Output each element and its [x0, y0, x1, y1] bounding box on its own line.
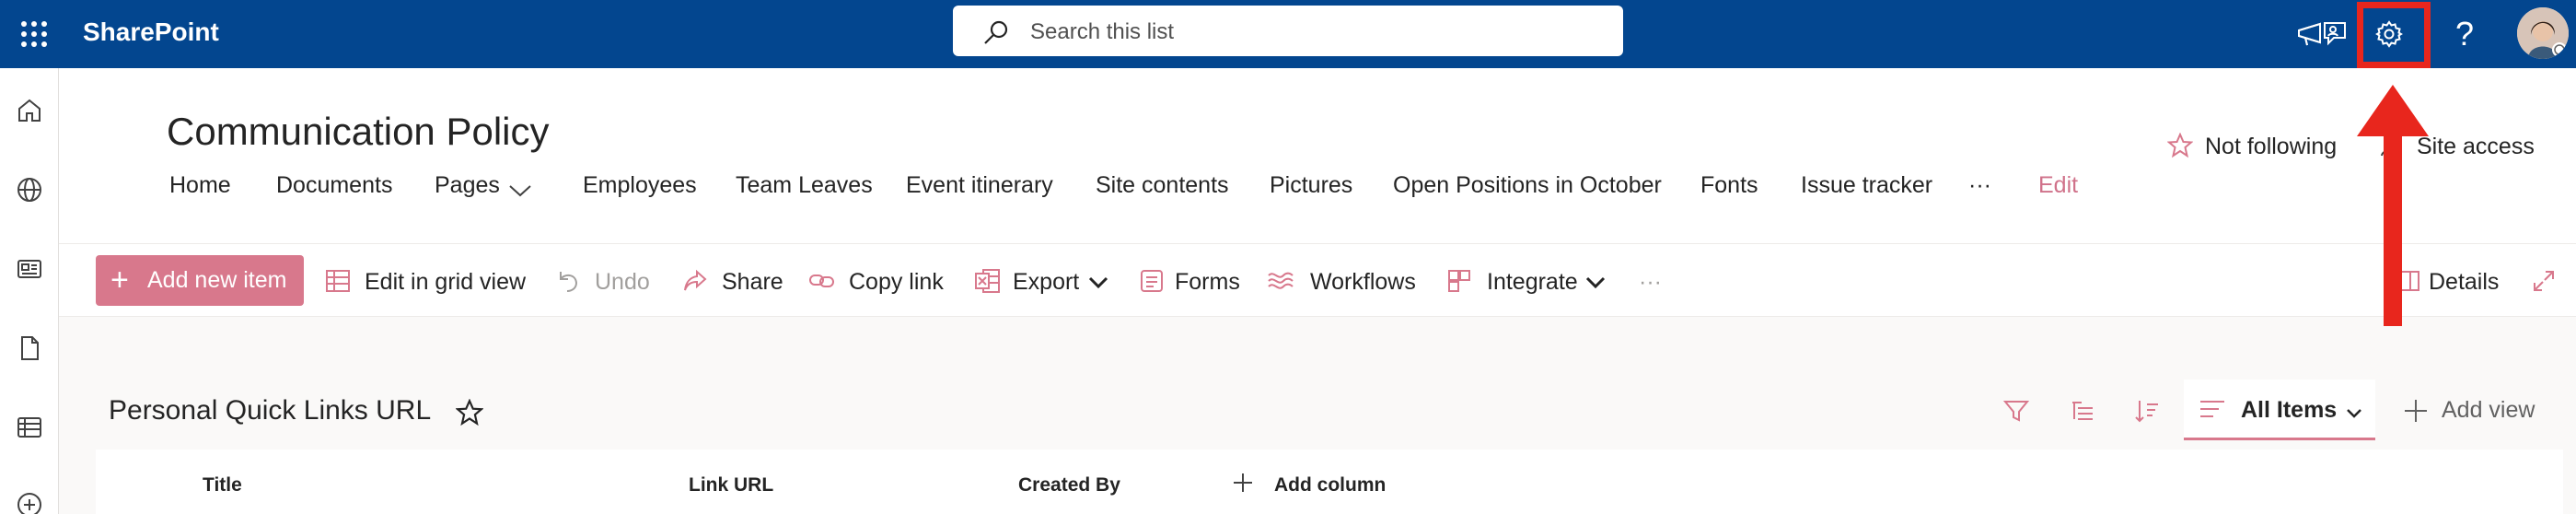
home-icon[interactable] — [11, 92, 48, 129]
help-icon[interactable]: ? — [2440, 9, 2489, 59]
integrate-icon[interactable] — [1444, 265, 1475, 297]
view-name: All Items — [2241, 397, 2338, 423]
view-lines-icon — [2199, 398, 2226, 426]
nav-pages[interactable]: Pages — [435, 171, 500, 199]
star-icon[interactable] — [2166, 132, 2194, 165]
column-header-title[interactable]: Title — [203, 473, 242, 497]
view-selector-tab[interactable]: All Items — [2184, 380, 2375, 440]
export-button[interactable]: Export — [1013, 268, 1079, 296]
copy-link-button[interactable]: Copy link — [849, 268, 944, 296]
avatar[interactable] — [2517, 7, 2569, 59]
nav-home[interactable]: Home — [169, 171, 231, 199]
column-header-link-url[interactable]: Link URL — [689, 473, 773, 497]
list-icon[interactable] — [11, 409, 48, 446]
filter-icon[interactable] — [1998, 392, 2035, 429]
nav-issue-tracker[interactable]: Issue tracker — [1801, 171, 1932, 199]
news-icon[interactable] — [11, 251, 48, 287]
search-placeholder: Search this list — [1030, 19, 1175, 44]
add-circle-icon[interactable] — [11, 486, 48, 514]
forms-icon[interactable] — [1136, 265, 1167, 297]
integrate-button[interactable]: Integrate — [1487, 268, 1578, 296]
excel-export-icon[interactable] — [972, 265, 1004, 297]
app-name[interactable]: SharePoint — [83, 16, 219, 49]
follow-status[interactable]: Not following — [2205, 133, 2337, 160]
workflow-icon[interactable] — [1265, 265, 1296, 297]
search-box[interactable]: Search this list — [953, 6, 1623, 56]
share-icon[interactable] — [679, 265, 711, 297]
search-icon — [982, 18, 1010, 51]
nav-open-positions[interactable]: Open Positions in October — [1393, 171, 1662, 199]
list-title[interactable]: Personal Quick Links URL — [109, 394, 431, 427]
integrate-chevron-icon[interactable] — [1580, 267, 1611, 298]
nav-event-itinerary[interactable]: Event itinerary — [906, 171, 1053, 199]
column-header-created-by[interactable]: Created By — [1018, 473, 1120, 497]
nav-fonts[interactable]: Fonts — [1700, 171, 1758, 199]
add-view-plus-icon[interactable] — [2397, 392, 2434, 429]
annotation-arrow-icon — [2357, 85, 2429, 326]
nav-documents[interactable]: Documents — [276, 171, 392, 199]
add-view-button[interactable]: Add view — [2442, 396, 2535, 424]
add-new-item-button[interactable]: + Add new item — [96, 255, 304, 306]
site-title[interactable]: Communication Policy — [167, 109, 550, 155]
plus-icon: + — [110, 263, 129, 298]
undo-button[interactable]: Undo — [595, 268, 650, 296]
export-chevron-icon[interactable] — [1083, 267, 1114, 298]
add-new-item-label: Add new item — [147, 267, 287, 293]
nav-more[interactable]: ··· — [1968, 171, 1991, 199]
details-button[interactable]: Details — [2429, 268, 2499, 296]
feedback-icon[interactable] — [2309, 9, 2359, 59]
group-icon[interactable] — [2064, 392, 2101, 429]
add-column-button[interactable]: Add column — [1274, 473, 1386, 497]
grid-icon[interactable] — [322, 265, 354, 297]
site-access-link[interactable]: Site access — [2417, 133, 2535, 160]
nav-edit-link[interactable]: Edit — [2038, 171, 2078, 199]
nav-pictures[interactable]: Pictures — [1270, 171, 1352, 199]
highlight-box — [2357, 2, 2431, 68]
add-column-plus-icon[interactable] — [1228, 468, 1258, 497]
nav-employees[interactable]: Employees — [583, 171, 697, 199]
nav-site-contents[interactable]: Site contents — [1096, 171, 1229, 199]
more-commands-button[interactable]: ··· — [1639, 268, 1662, 296]
edit-grid-view-button[interactable]: Edit in grid view — [365, 268, 526, 296]
document-icon[interactable] — [11, 330, 48, 367]
expand-icon[interactable] — [2528, 265, 2559, 297]
sort-icon[interactable] — [2129, 392, 2165, 429]
link-icon[interactable] — [806, 265, 838, 297]
workflows-button[interactable]: Workflows — [1310, 268, 1416, 296]
nav-team-leaves[interactable]: Team Leaves — [736, 171, 873, 199]
favorite-star-icon[interactable] — [451, 394, 488, 431]
nav-pages-chevron-icon[interactable] — [508, 177, 532, 204]
undo-icon[interactable] — [552, 265, 584, 297]
waffle-icon[interactable] — [13, 13, 55, 55]
app-rail — [0, 68, 59, 514]
globe-icon[interactable] — [11, 171, 48, 208]
forms-button[interactable]: Forms — [1175, 268, 1240, 296]
suite-bar: SharePoint Search this list — [0, 0, 2576, 68]
chevron-down-icon — [2346, 407, 2362, 424]
share-button[interactable]: Share — [722, 268, 783, 296]
